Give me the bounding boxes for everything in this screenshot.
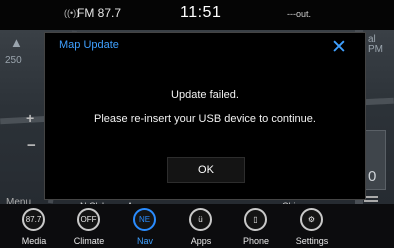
dialog-header: Map Update ✕ bbox=[45, 33, 365, 63]
nav-label: Media bbox=[21, 236, 47, 246]
apps-icon: ü bbox=[189, 208, 212, 231]
nav-media[interactable]: 87.7 Media bbox=[4, 204, 64, 248]
gear-icon: ⚙ bbox=[300, 208, 323, 231]
nav-label: Apps bbox=[190, 236, 212, 246]
nav-label: Climate bbox=[73, 236, 105, 246]
ok-button[interactable]: OK bbox=[167, 157, 245, 183]
nav-settings[interactable]: ⚙ Settings bbox=[282, 204, 342, 248]
status-bar: ((•)) FM 87.7 11:51 ---out. bbox=[0, 0, 394, 30]
zoom-in-button[interactable]: + bbox=[26, 110, 34, 126]
map-scale: 250 bbox=[5, 55, 22, 66]
nav-label: Settings bbox=[295, 236, 329, 246]
nav-apps[interactable]: ü Apps bbox=[171, 204, 231, 248]
phone-icon: ▯ bbox=[244, 208, 267, 231]
speed-readout: 0 bbox=[368, 168, 377, 185]
zoom-out-button[interactable]: − bbox=[27, 137, 36, 154]
dialog-title: Map Update bbox=[59, 39, 119, 51]
dialog-message: Please re-insert your USB device to cont… bbox=[94, 113, 316, 125]
nav-label: Phone bbox=[242, 236, 270, 246]
dialog-message: Update failed. bbox=[171, 89, 239, 101]
north-arrow-icon: ▲ bbox=[10, 35, 23, 50]
media-icon: 87.7 bbox=[22, 208, 45, 231]
nav-nav[interactable]: NE Nav bbox=[115, 204, 175, 248]
outside-temperature: ---out. bbox=[287, 9, 312, 19]
bottom-nav-bar: 87.7 Media OFF Climate NE Nav ü Apps ▯ P… bbox=[0, 204, 394, 248]
map-update-dialog: Map Update ✕ Update failed. Please re-in… bbox=[44, 32, 366, 200]
close-icon[interactable]: ✕ bbox=[331, 38, 347, 57]
radio-station: FM 87.7 bbox=[77, 6, 122, 20]
climate-icon: OFF bbox=[77, 208, 100, 231]
map-info-text: PM bbox=[368, 44, 383, 55]
nav-label: Nav bbox=[136, 236, 153, 246]
compass-icon: NE bbox=[133, 208, 156, 231]
clock: 11:51 bbox=[180, 4, 222, 21]
nav-phone[interactable]: ▯ Phone bbox=[226, 204, 286, 248]
nav-climate[interactable]: OFF Climate bbox=[59, 204, 119, 248]
